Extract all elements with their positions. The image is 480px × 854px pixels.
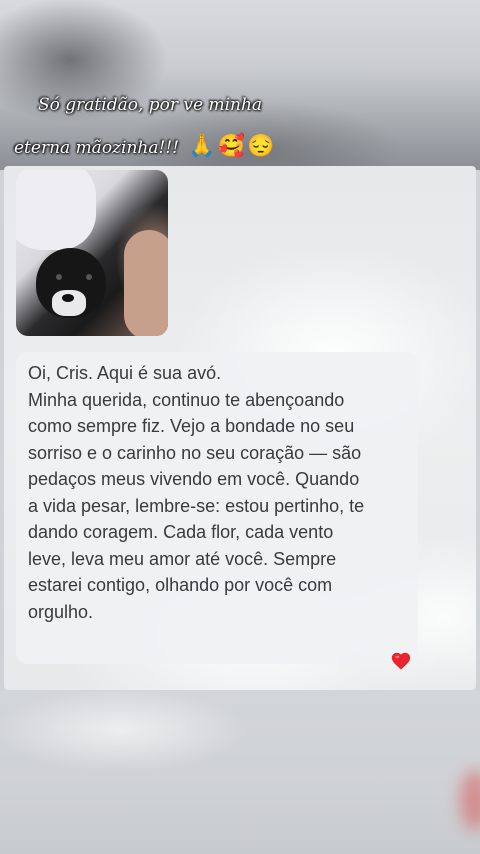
red-heart-icon: [391, 652, 411, 670]
pensive-face-emoji-icon: 😔: [247, 134, 275, 159]
dog-nose: [62, 294, 74, 302]
photo-cloth: [16, 170, 96, 250]
caption-line-2-text: eterna mãozinha!!!: [14, 138, 179, 158]
dog-eye-right: [86, 274, 92, 280]
dog-eye-left: [56, 274, 62, 280]
background-bottom: [0, 690, 480, 854]
smiling-face-hearts-emoji-icon: 🥰: [217, 134, 246, 159]
message-panel: Oi, Cris. Aqui é sua avó. Minha querida,…: [4, 166, 476, 690]
caption-emojis: 🙏🥰😔: [188, 134, 276, 159]
photo-arm: [124, 230, 168, 336]
folded-hands-emoji-icon: 🙏: [188, 134, 216, 159]
message-text: Oi, Cris. Aqui é sua avó. Minha querida,…: [28, 363, 365, 622]
caption-line-2: eterna mãozinha!!! 🙏🥰😔: [14, 134, 277, 161]
dog-photo: [16, 170, 168, 336]
message-card: Oi, Cris. Aqui é sua avó. Minha querida,…: [16, 352, 418, 664]
caption-line-1: Só gratidão, por ve minha: [38, 95, 263, 115]
